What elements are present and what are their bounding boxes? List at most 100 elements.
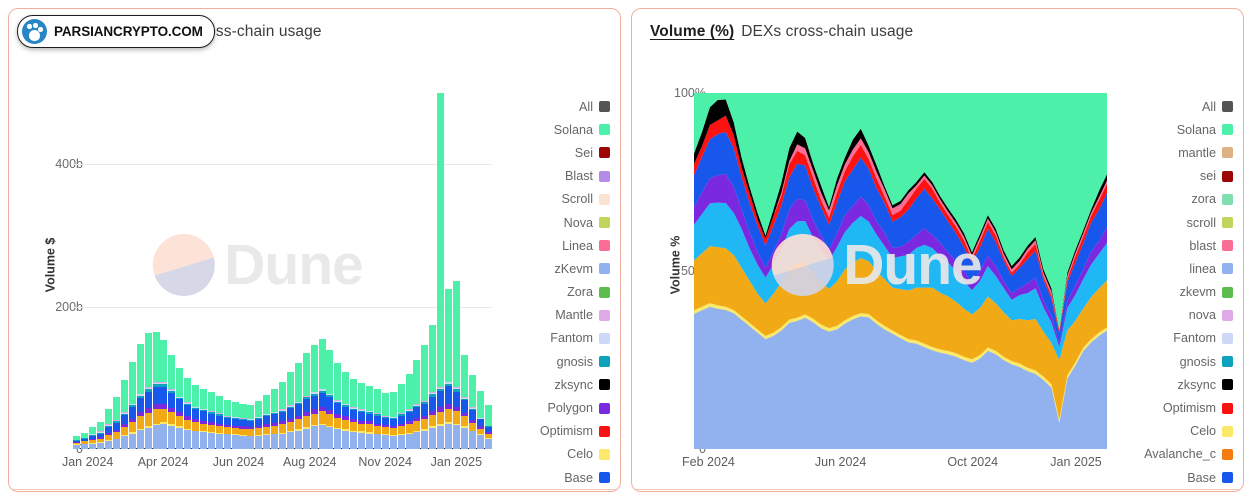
legend-item-sei[interactable]: Sei bbox=[575, 141, 610, 164]
bar-column[interactable] bbox=[460, 93, 468, 450]
legend-item-solana[interactable]: Solana bbox=[554, 118, 610, 141]
legend-item-zkevm[interactable]: zKevm bbox=[555, 257, 610, 280]
bar-column[interactable] bbox=[239, 93, 247, 450]
bar-column[interactable] bbox=[326, 93, 334, 450]
bar-column[interactable] bbox=[112, 93, 120, 450]
bar-column[interactable] bbox=[136, 93, 144, 450]
legend-item-mantle[interactable]: Mantle bbox=[555, 304, 610, 327]
legend-item-gnosis[interactable]: gnosis bbox=[1180, 350, 1233, 373]
bar-column[interactable] bbox=[215, 93, 223, 450]
bar-column[interactable] bbox=[255, 93, 263, 450]
bar-segment-optimism bbox=[334, 417, 342, 428]
legend-item-zkevm[interactable]: zkevm bbox=[1180, 281, 1233, 304]
bar-column[interactable] bbox=[342, 93, 350, 450]
bar-column[interactable] bbox=[405, 93, 413, 450]
bar-segment-base bbox=[255, 435, 263, 450]
legend-item-zora[interactable]: Zora bbox=[567, 281, 610, 304]
bar-column[interactable] bbox=[373, 93, 381, 450]
legend-item-optimism[interactable]: Optimism bbox=[1163, 396, 1233, 419]
legend-right[interactable]: All Solana mantle sei zora scroll blast linea zk… bbox=[1121, 41, 1243, 489]
bar-column[interactable] bbox=[184, 93, 192, 450]
bar-column[interactable] bbox=[310, 93, 318, 450]
bar-column[interactable] bbox=[437, 92, 445, 450]
legend-item-solana[interactable]: Solana bbox=[1177, 118, 1233, 141]
legend-label: Nova bbox=[563, 215, 593, 230]
bar-column[interactable] bbox=[468, 93, 476, 450]
legend-left[interactable]: All Solana Sei Blast Scroll Nova Linea zKevm Zor… bbox=[506, 41, 620, 489]
legend-item-avalanche-c[interactable]: Avalanche_c bbox=[1144, 443, 1233, 466]
legend-item-fantom[interactable]: Fantom bbox=[1173, 327, 1233, 350]
legend-item-nova[interactable]: Nova bbox=[564, 211, 610, 234]
bar-column[interactable] bbox=[318, 93, 326, 450]
legend-item-scroll[interactable]: Scroll bbox=[562, 188, 610, 211]
bar-column[interactable] bbox=[279, 93, 287, 450]
bar-column[interactable] bbox=[476, 93, 484, 450]
bar-column[interactable] bbox=[160, 93, 168, 450]
bar-column[interactable] bbox=[128, 93, 136, 450]
chart-bar-dex-volume[interactable]: Volume $ 0200b400b Dune Jan 2024Apr 2024… bbox=[9, 41, 506, 489]
legend-item-nova[interactable]: nova bbox=[1189, 304, 1233, 327]
bar-column[interactable] bbox=[223, 93, 231, 450]
bar-column[interactable] bbox=[484, 93, 492, 450]
bar-column[interactable] bbox=[176, 93, 184, 450]
legend-item-blast[interactable]: Blast bbox=[565, 165, 610, 188]
bar-column[interactable] bbox=[144, 93, 152, 450]
panel-metric-label-right[interactable]: Volume (%) bbox=[650, 23, 734, 40]
legend-item-linea[interactable]: linea bbox=[1189, 257, 1233, 280]
bar-column[interactable] bbox=[413, 93, 421, 450]
bar-column[interactable] bbox=[334, 93, 342, 450]
chart-area-volume-percent[interactable]: Volume % 050%100% Dune Feb 2024Jun 2024O… bbox=[632, 41, 1121, 489]
legend-item-scroll[interactable]: scroll bbox=[1187, 211, 1233, 234]
legend-item-linea[interactable]: Linea bbox=[562, 234, 610, 257]
bar-column[interactable] bbox=[302, 93, 310, 450]
panel-subtitle-right: DEXs cross-chain usage bbox=[741, 23, 914, 40]
legend-item-base[interactable]: Base bbox=[564, 466, 610, 489]
bar-column[interactable] bbox=[81, 93, 89, 450]
bar-column[interactable] bbox=[421, 93, 429, 450]
bar-segment-solana bbox=[207, 392, 215, 411]
bar-column[interactable] bbox=[120, 93, 128, 450]
legend-item-base[interactable]: Base bbox=[1187, 466, 1233, 489]
bar-column[interactable] bbox=[168, 93, 176, 450]
panel-volume-percent: Volume (%) DEXs cross-chain usage Volume … bbox=[631, 8, 1244, 492]
legend-item-mantle[interactable]: mantle bbox=[1178, 141, 1233, 164]
bar-column[interactable] bbox=[350, 93, 358, 450]
legend-item-all[interactable]: All bbox=[579, 95, 610, 118]
legend-item-zksync[interactable]: zksync bbox=[555, 373, 610, 396]
bar-column[interactable] bbox=[358, 93, 366, 450]
bar-column[interactable] bbox=[152, 93, 160, 450]
bar-column[interactable] bbox=[105, 93, 113, 450]
bar-column[interactable] bbox=[397, 93, 405, 450]
legend-item-polygon[interactable]: Polygon bbox=[547, 396, 610, 419]
legend-item-zksync[interactable]: zksync bbox=[1178, 373, 1233, 396]
bar-column[interactable] bbox=[97, 93, 105, 450]
bar-column[interactable] bbox=[389, 93, 397, 450]
bar-column[interactable] bbox=[365, 93, 373, 450]
legend-item-blast[interactable]: blast bbox=[1189, 234, 1233, 257]
legend-item-fantom[interactable]: Fantom bbox=[550, 327, 610, 350]
bar-column[interactable] bbox=[445, 93, 453, 450]
bar-column[interactable] bbox=[192, 93, 200, 450]
bar-column[interactable] bbox=[263, 93, 271, 450]
bar-column[interactable] bbox=[381, 93, 389, 450]
bar-column[interactable] bbox=[247, 93, 255, 450]
bar-column[interactable] bbox=[452, 93, 460, 450]
legend-item-zora[interactable]: zora bbox=[1192, 188, 1233, 211]
legend-item-gnosis[interactable]: gnosis bbox=[557, 350, 610, 373]
legend-item-sei[interactable]: sei bbox=[1200, 165, 1233, 188]
bar-column[interactable] bbox=[231, 93, 239, 450]
bar-column[interactable] bbox=[429, 93, 437, 450]
legend-item-all[interactable]: All bbox=[1202, 95, 1233, 118]
bar-column[interactable] bbox=[73, 93, 81, 450]
bar-segment-optimism bbox=[207, 425, 215, 433]
legend-item-celo[interactable]: Celo bbox=[1190, 420, 1233, 443]
bar-segment-solana bbox=[286, 372, 294, 406]
bar-column[interactable] bbox=[271, 93, 279, 450]
bar-column[interactable] bbox=[207, 93, 215, 450]
bar-column[interactable] bbox=[294, 93, 302, 450]
bar-column[interactable] bbox=[199, 93, 207, 450]
legend-item-optimism[interactable]: Optimism bbox=[540, 420, 610, 443]
bar-column[interactable] bbox=[89, 93, 97, 450]
bar-column[interactable] bbox=[286, 93, 294, 450]
legend-item-celo[interactable]: Celo bbox=[567, 443, 610, 466]
